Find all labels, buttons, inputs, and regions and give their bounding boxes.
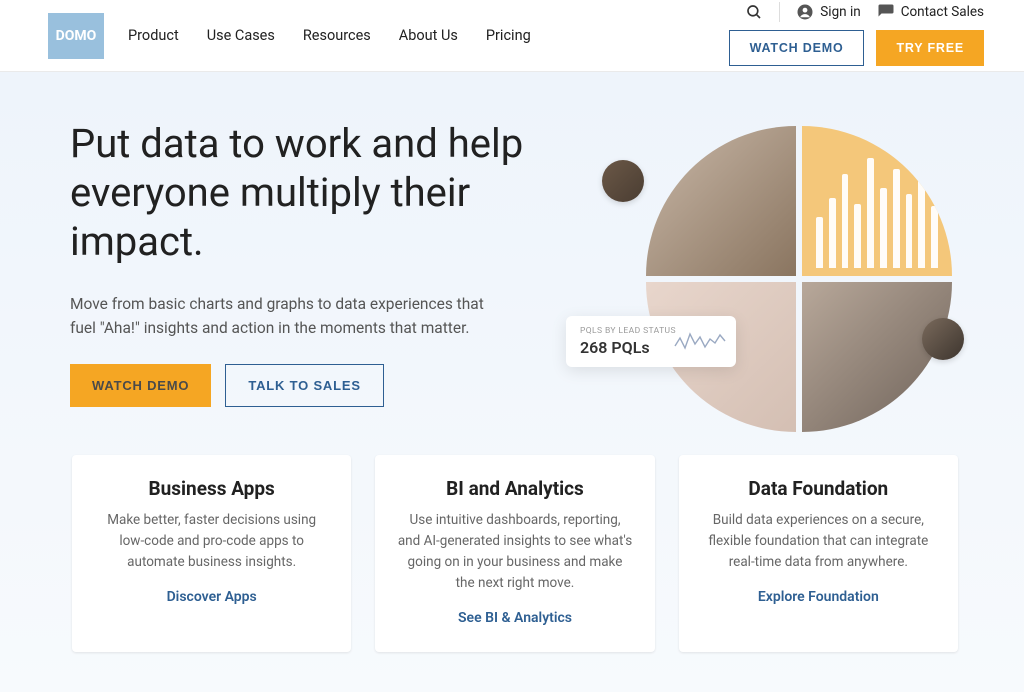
- card-data-foundation: Data Foundation Build data experiences o…: [679, 455, 958, 652]
- header-right: Sign in Contact Sales WATCH DEMO TRY FRE…: [729, 6, 984, 66]
- sign-in-link[interactable]: Sign in: [796, 3, 860, 21]
- nav-about-us[interactable]: About Us: [399, 27, 458, 44]
- nav-resources[interactable]: Resources: [303, 27, 371, 44]
- separator: [779, 2, 780, 22]
- card-link-bi-analytics[interactable]: See BI & Analytics: [397, 610, 632, 626]
- hero-section: Put data to work and help everyone multi…: [0, 72, 1024, 692]
- contact-sales-label: Contact Sales: [901, 4, 984, 20]
- card-business-apps: Business Apps Make better, faster decisi…: [72, 455, 351, 652]
- collage-avatar-1: [602, 160, 644, 202]
- card-desc: Make better, faster decisions using low-…: [94, 510, 329, 573]
- hero-content: Put data to work and help everyone multi…: [70, 120, 550, 407]
- hero-collage: PQLS BY LEAD STATUS 268 PQLs: [584, 126, 964, 476]
- hero-watch-demo-button[interactable]: WATCH DEMO: [70, 364, 211, 407]
- hero-title: Put data to work and help everyone multi…: [70, 120, 550, 266]
- nav-use-cases[interactable]: Use Cases: [207, 27, 275, 44]
- main-header: DOMO Product Use Cases Resources About U…: [0, 0, 1024, 72]
- card-link-explore-foundation[interactable]: Explore Foundation: [701, 589, 936, 605]
- header-top-row: Sign in Contact Sales: [745, 2, 984, 22]
- card-link-discover-apps[interactable]: Discover Apps: [94, 589, 329, 605]
- chat-icon: [877, 3, 895, 21]
- card-bi-analytics: BI and Analytics Use intuitive dashboard…: [375, 455, 654, 652]
- collage-photo-top-left: [646, 126, 796, 276]
- main-nav: Product Use Cases Resources About Us Pri…: [128, 27, 531, 44]
- try-free-button[interactable]: TRY FREE: [876, 30, 984, 66]
- watch-demo-button[interactable]: WATCH DEMO: [729, 30, 865, 66]
- hero-subtitle: Move from basic charts and graphs to dat…: [70, 292, 510, 340]
- card-desc: Build data experiences on a secure, flex…: [701, 510, 936, 573]
- collage-avatar-2: [922, 318, 964, 360]
- hero-talk-to-sales-button[interactable]: TALK TO SALES: [225, 364, 383, 407]
- sign-in-label: Sign in: [820, 4, 860, 20]
- logo[interactable]: DOMO: [48, 13, 104, 59]
- nav-pricing[interactable]: Pricing: [486, 27, 531, 44]
- pql-stat-card: PQLS BY LEAD STATUS 268 PQLs: [566, 316, 736, 367]
- card-title: Business Apps: [94, 477, 329, 500]
- nav-product[interactable]: Product: [128, 27, 179, 44]
- card-desc: Use intuitive dashboards, reporting, and…: [397, 510, 632, 594]
- sparkline-icon: [674, 328, 726, 354]
- logo-text: DOMO: [56, 28, 97, 44]
- card-title: BI and Analytics: [397, 477, 632, 500]
- contact-sales-link[interactable]: Contact Sales: [877, 3, 984, 21]
- feature-cards: Business Apps Make better, faster decisi…: [70, 455, 960, 652]
- search-icon[interactable]: [745, 3, 763, 21]
- header-cta-row: WATCH DEMO TRY FREE: [729, 30, 984, 66]
- card-title: Data Foundation: [701, 477, 936, 500]
- collage-photo-bottom-right: [802, 282, 952, 432]
- user-icon: [796, 3, 814, 21]
- collage-bar-chart: [802, 126, 952, 276]
- hero-cta-row: WATCH DEMO TALK TO SALES: [70, 364, 550, 407]
